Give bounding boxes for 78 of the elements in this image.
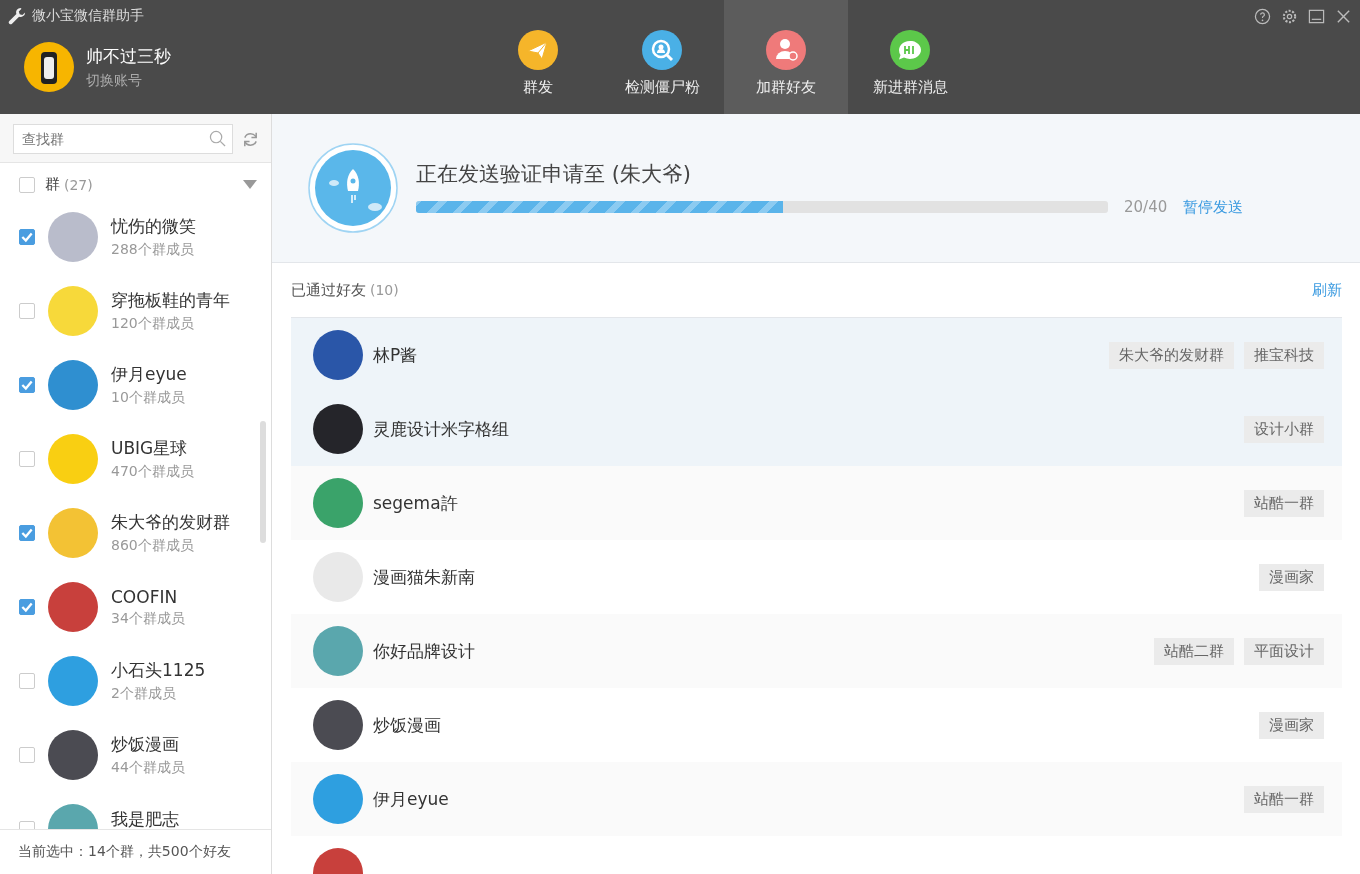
group-tag: 平面设计 (1244, 637, 1324, 665)
group-name: 炒饭漫画 (111, 733, 180, 756)
group-label: 群 (45, 175, 60, 194)
group-name: 穿拖板鞋的青年 (111, 289, 230, 312)
member-count: 860个群成员 (111, 537, 195, 555)
group-name: 我是肥志 (111, 807, 179, 829)
group-name: UBIG星球 (111, 437, 189, 460)
progress-title: 正在发送验证申请至 (朱大爷) (416, 160, 693, 188)
group-name: 伊月eyue (111, 363, 187, 386)
group-name: COOFIN (111, 586, 179, 607)
checkbox[interactable] (19, 229, 35, 245)
nav-tab[interactable]: 加群好友 (724, 0, 848, 114)
group-tag: 漫画家 (1259, 711, 1324, 739)
checkbox[interactable] (19, 303, 35, 319)
group-tag: 朱大爷的发财群 (1109, 341, 1234, 369)
member-count: 120个群成员 (111, 315, 195, 333)
checkbox[interactable] (19, 525, 35, 541)
friend-row[interactable]: 伊月eyue 站酷一群 (291, 762, 1342, 836)
close-icon[interactable] (1335, 7, 1352, 25)
nav-tab[interactable]: 群发 (476, 0, 600, 114)
member-count: 2个群成员 (111, 685, 177, 703)
tab-icon (766, 30, 806, 70)
minimize-icon[interactable] (1308, 7, 1325, 25)
group-name: 小石头1125 (111, 659, 206, 682)
checkbox[interactable] (19, 599, 35, 615)
section-title: 已通过好友 (291, 280, 366, 300)
search-icon[interactable] (209, 130, 226, 147)
progress-reading: 20/40 (1124, 198, 1168, 216)
checkbox[interactable] (19, 451, 35, 467)
group-tag: 站酷一群 (1244, 785, 1324, 813)
caret-icon[interactable] (243, 179, 257, 190)
friend-name: segema許 (373, 491, 458, 515)
member-count: 288个群成员 (111, 241, 195, 259)
friend-row[interactable]: 漫画猫朱新南 漫画家 (291, 540, 1342, 614)
friend-row[interactable]: 炒饭漫画 漫画家 (291, 688, 1342, 762)
group-name: 朱大爷的发财群 (111, 511, 230, 534)
tab-icon (890, 30, 930, 70)
switch-account-link[interactable]: 切换账号 (86, 71, 171, 90)
account-name: 帅不过三秒 (86, 44, 171, 68)
friend-count: (10) (370, 282, 399, 298)
settings-icon[interactable] (1281, 7, 1298, 25)
friend-name: 炒饭漫画 (373, 713, 441, 737)
search-field[interactable]: 查找群 (13, 124, 233, 154)
checkbox[interactable] (19, 176, 35, 193)
friend-row[interactable]: segema許 站酷一群 (291, 466, 1342, 540)
friend-name: 林P酱 (373, 343, 418, 367)
group-tag: 推宝科技 (1244, 341, 1324, 369)
member-count: 10个群成员 (111, 389, 186, 407)
selection-summary: 当前选中：14个群，共500个好友 (0, 829, 271, 874)
group-name: 忧伤的微笑 (111, 215, 196, 238)
checkbox[interactable] (19, 377, 35, 393)
group-tag: 漫画家 (1259, 563, 1324, 591)
tab-icon (642, 30, 682, 70)
checkbox[interactable] (19, 747, 35, 763)
help-icon[interactable] (1254, 7, 1271, 25)
friend-name: 漫画猫朱新南 (373, 565, 475, 589)
group-tag: 站酷一群 (1244, 489, 1324, 517)
group-tag: 站酷二群 (1154, 637, 1234, 665)
tab-icon (518, 30, 558, 70)
friend-row[interactable]: 你好品牌设计 站酷二群 平面设计 (291, 614, 1342, 688)
friend-name: 灵鹿设计米字格组 (373, 417, 509, 441)
wrench-icon (8, 7, 26, 25)
group-count: (27) (64, 176, 93, 193)
checkbox[interactable] (19, 673, 35, 689)
group-tag: 设计小群 (1244, 415, 1324, 443)
friend-name: 伊月eyue (373, 787, 449, 811)
member-count: 470个群成员 (111, 463, 194, 481)
rocket-icon (308, 143, 398, 233)
nav-tab[interactable]: 新进群消息 (848, 0, 972, 114)
nav-tab[interactable]: 检测僵尸粉 (600, 0, 724, 114)
avatar[interactable] (24, 42, 74, 92)
friend-name: 你好品牌设计 (373, 639, 475, 663)
friend-row[interactable]: 林P酱 朱大爷的发财群 推宝科技 (291, 318, 1342, 392)
member-count: 44个群成员 (111, 759, 185, 777)
friend-row[interactable]: 灵鹿设计米字格组 设计小群 (291, 392, 1342, 466)
scrollbar[interactable] (260, 421, 266, 543)
window-title: 微小宝微信群助手 (32, 7, 144, 25)
member-count: 34个群成员 (111, 609, 185, 628)
